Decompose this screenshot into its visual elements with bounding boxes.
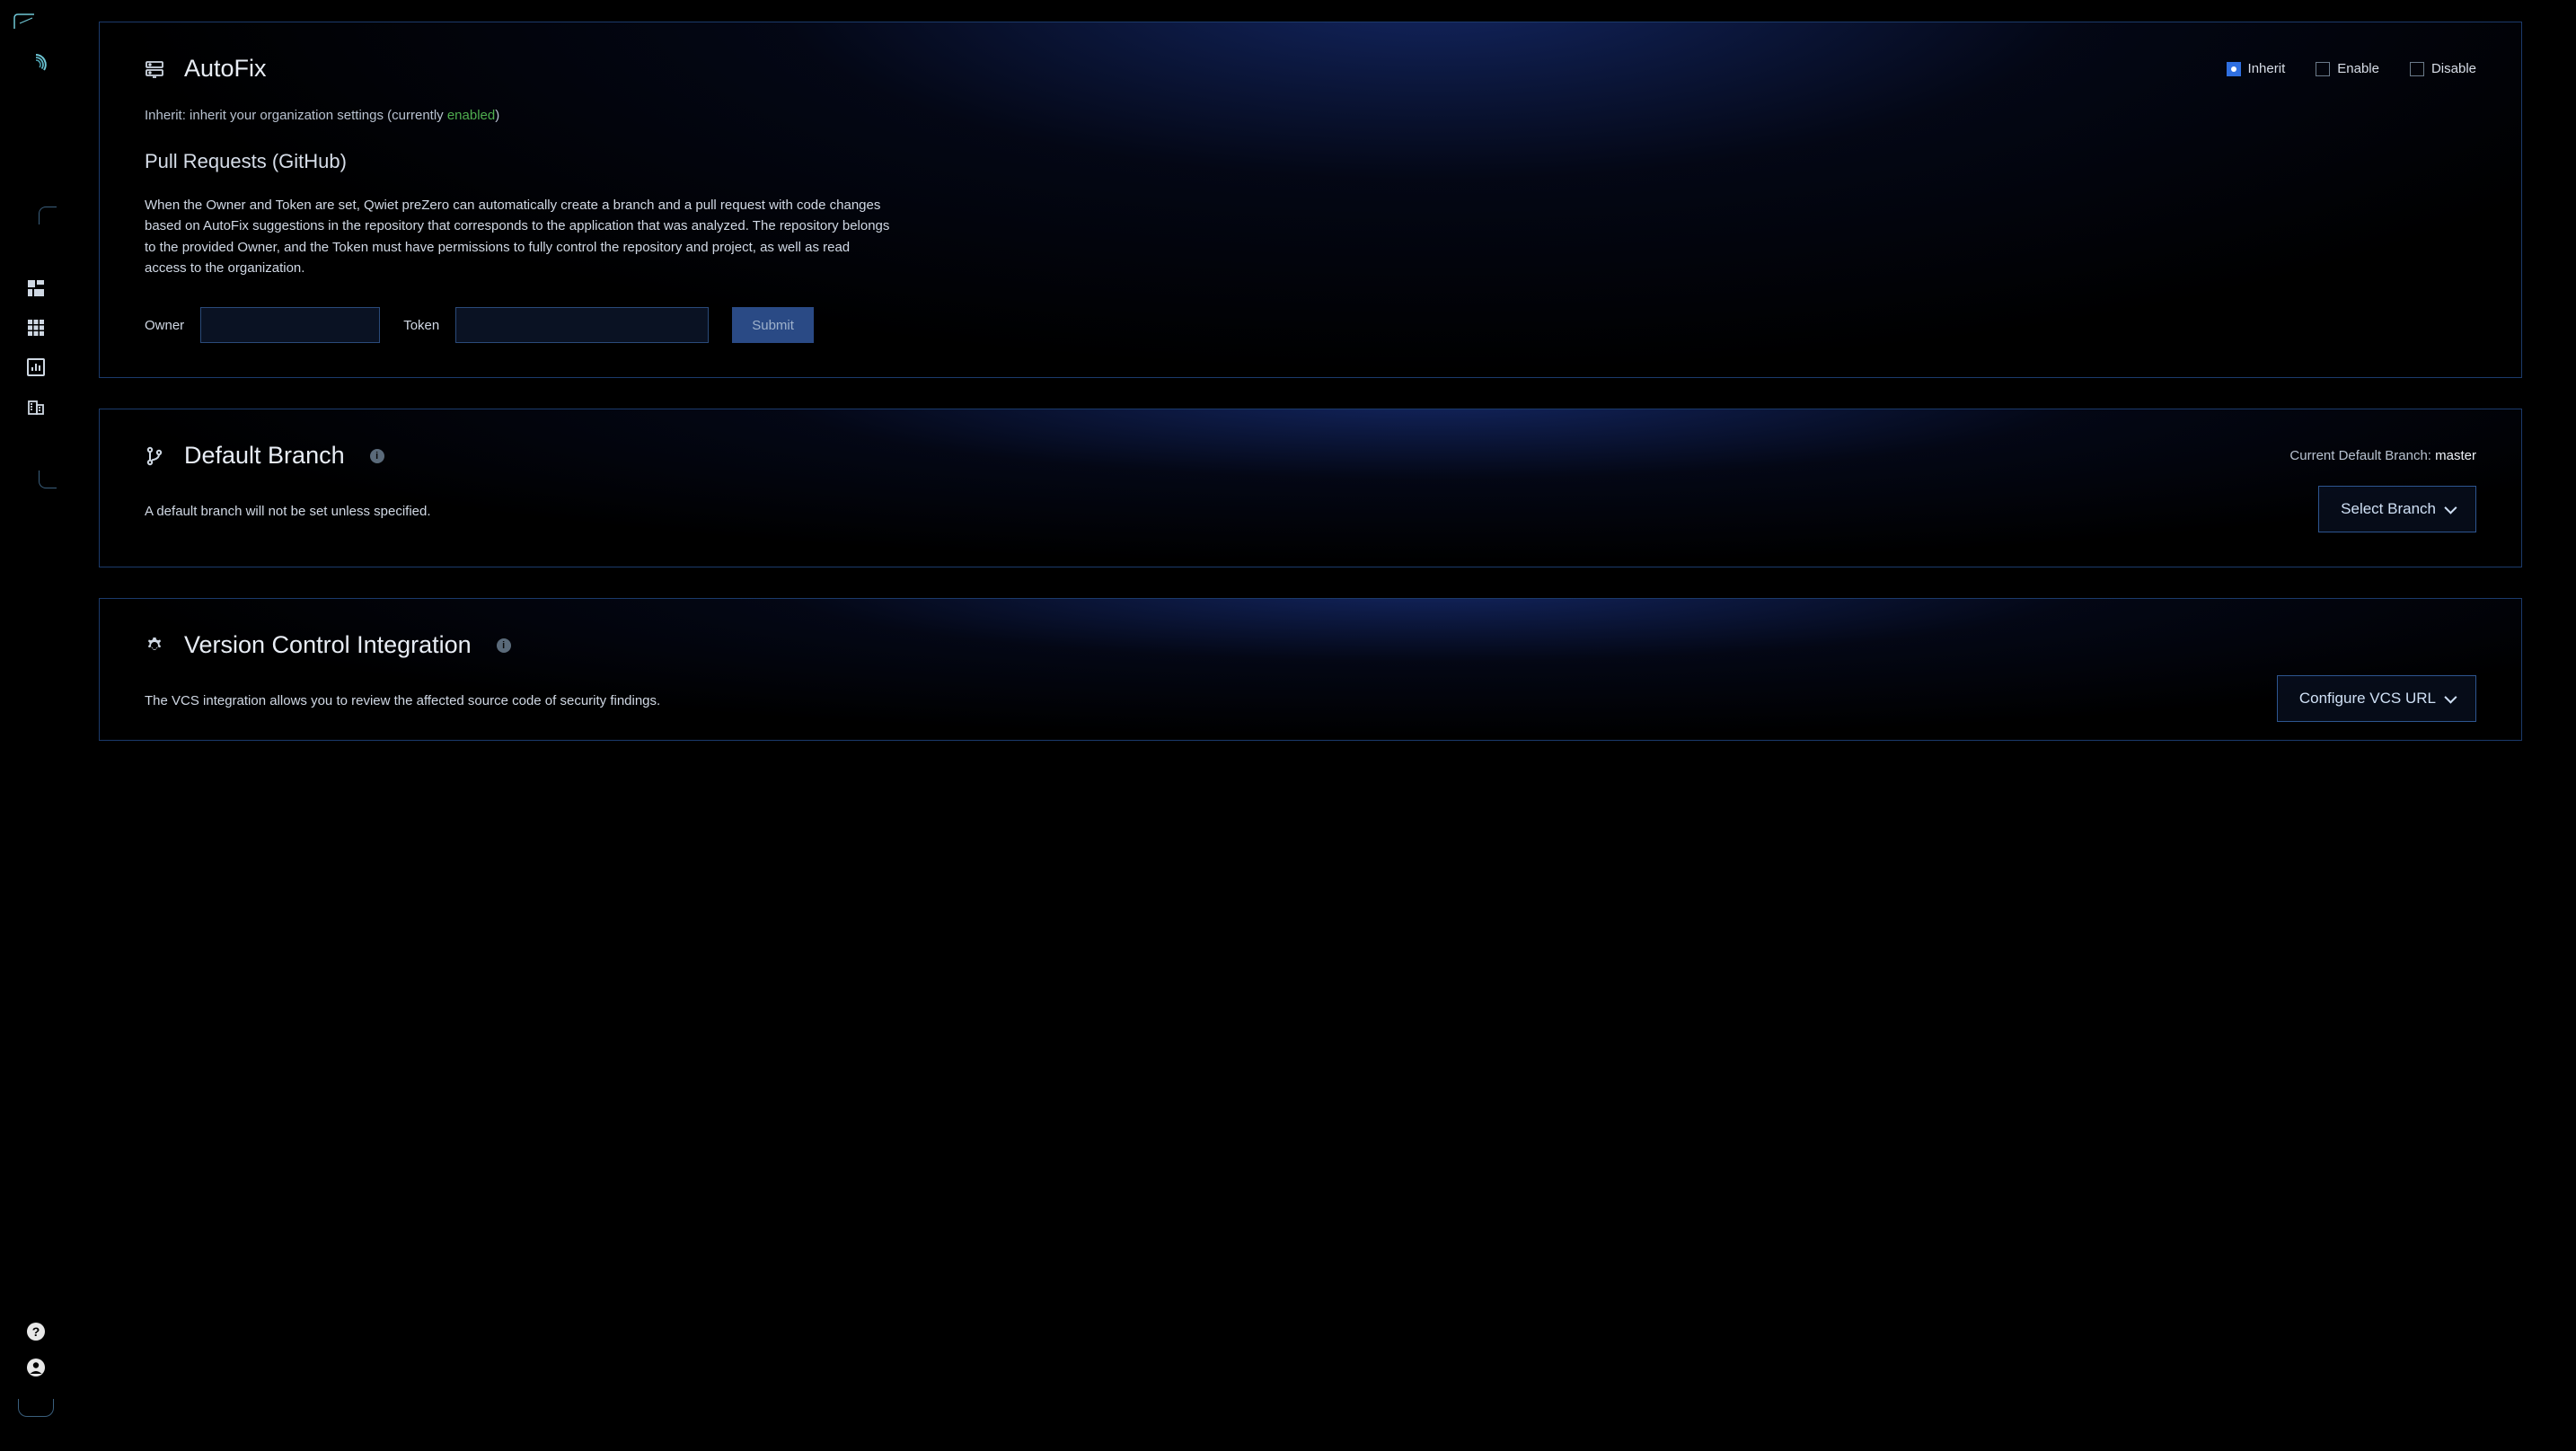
autofix-card: AutoFix Inherit Enable Disable	[99, 22, 2522, 378]
nav-dashboard-icon[interactable]	[26, 278, 46, 298]
sidebar: ?	[0, 0, 72, 1451]
sidebar-bottom: ?	[18, 1322, 54, 1435]
autofix-description: When the Owner and Token are set, Qwiet …	[145, 195, 890, 278]
current-branch-info: Current Default Branch: master	[2289, 448, 2476, 463]
submit-button[interactable]: Submit	[732, 307, 814, 343]
inherit-status-line: Inherit: inherit your organization setti…	[145, 108, 2476, 123]
owner-input[interactable]	[200, 307, 380, 343]
inherit-status-value: enabled	[447, 108, 495, 123]
main-content: AutoFix Inherit Enable Disable	[72, 0, 2576, 1451]
radio-box-icon	[2316, 62, 2330, 76]
radio-label: Inherit	[2248, 61, 2286, 76]
radio-box-icon	[2410, 62, 2424, 76]
bracket-decoration	[39, 207, 57, 224]
inherit-suffix: )	[495, 108, 499, 123]
nav-analytics-icon[interactable]	[26, 357, 46, 377]
inherit-prefix: Inherit: inherit your organization setti…	[145, 108, 447, 123]
radio-disable[interactable]: Disable	[2410, 61, 2476, 76]
info-icon[interactable]: i	[497, 638, 511, 653]
info-icon[interactable]: i	[370, 449, 384, 463]
vcs-title: Version Control Integration	[184, 631, 472, 659]
default-branch-description: A default branch will not be set unless …	[145, 504, 431, 519]
nav-org-icon[interactable]	[26, 397, 46, 417]
user-avatar-icon[interactable]	[26, 1358, 46, 1377]
bracket-decoration	[18, 1399, 54, 1417]
help-icon[interactable]: ?	[26, 1322, 46, 1341]
svg-text:?: ?	[32, 1324, 40, 1339]
branch-icon	[145, 446, 164, 466]
token-input[interactable]	[455, 307, 709, 343]
nav-group	[26, 278, 46, 417]
current-branch-label: Current Default Branch:	[2289, 448, 2435, 463]
configure-vcs-label: Configure VCS URL	[2299, 690, 2436, 708]
default-branch-title: Default Branch	[184, 442, 345, 470]
token-label: Token	[403, 318, 439, 333]
radio-label: Disable	[2431, 61, 2476, 76]
nav-apps-icon[interactable]	[26, 318, 46, 338]
current-branch-value: master	[2435, 448, 2476, 463]
autofix-title: AutoFix	[184, 55, 267, 83]
select-branch-label: Select Branch	[2341, 500, 2436, 518]
radio-box-icon	[2227, 62, 2241, 76]
vcs-description: The VCS integration allows you to review…	[145, 693, 660, 708]
server-icon	[145, 59, 164, 79]
default-branch-card: Default Branch i Current Default Branch:…	[99, 409, 2522, 567]
corner-bracket-icon	[13, 13, 43, 47]
configure-vcs-button[interactable]: Configure VCS URL	[2277, 675, 2476, 722]
app-logo-icon	[23, 52, 49, 81]
gear-icon	[145, 636, 164, 655]
owner-label: Owner	[145, 318, 184, 333]
chevron-down-icon	[2444, 502, 2457, 514]
chevron-down-icon	[2444, 691, 2457, 704]
radio-inherit[interactable]: Inherit	[2227, 61, 2286, 76]
pull-requests-heading: Pull Requests (GitHub)	[145, 150, 2476, 173]
autofix-mode-group: Inherit Enable Disable	[2227, 61, 2476, 76]
owner-token-form: Owner Token Submit	[145, 307, 2476, 343]
vcs-card: Version Control Integration i The VCS in…	[99, 598, 2522, 741]
radio-enable[interactable]: Enable	[2316, 61, 2379, 76]
radio-label: Enable	[2337, 61, 2379, 76]
select-branch-button[interactable]: Select Branch	[2318, 486, 2476, 532]
bracket-decoration	[39, 470, 57, 488]
